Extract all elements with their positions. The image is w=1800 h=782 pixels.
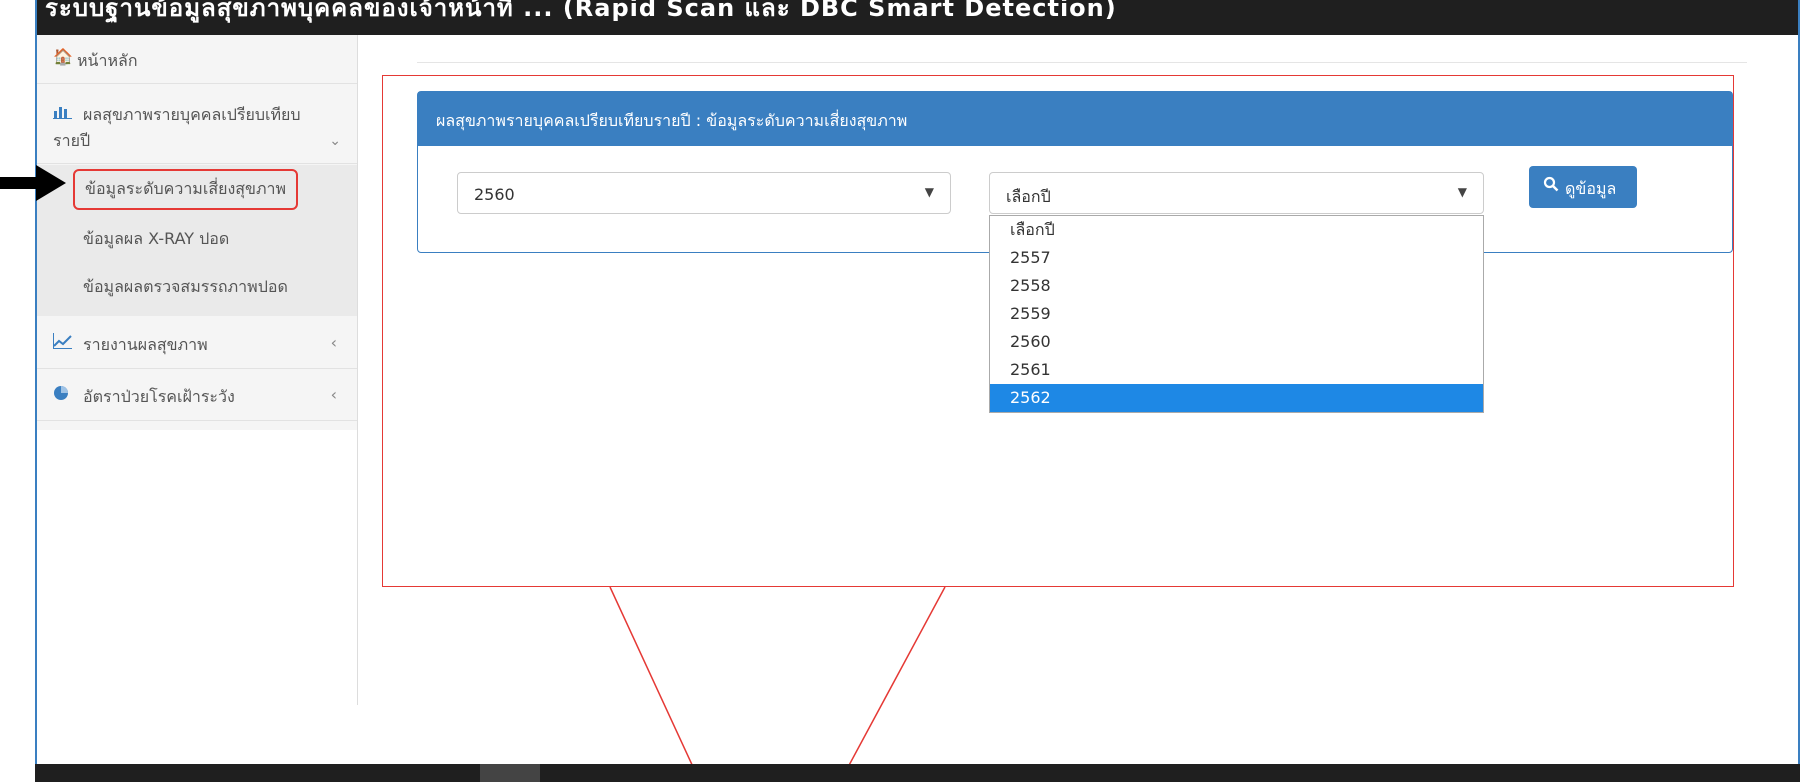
sidebar-item-label: รายงานผลสุขภาพ: [83, 335, 208, 354]
sidebar-group-label: ผลสุขภาพรายบุคคลเปรียบเทียบ: [83, 105, 301, 124]
sidebar: 🏠 หน้าหลัก ผลสุขภาพรายบุคคลเปรียบเทียบ ร…: [37, 35, 358, 705]
sidebar-group-compare[interactable]: ผลสุขภาพรายบุคคลเปรียบเทียบ รายปี ⌄: [37, 85, 357, 164]
annotation-highlight-box: [382, 75, 1734, 587]
sidebar-item-label: หน้าหลัก: [77, 51, 138, 70]
sidebar-item-label: ข้อมูลผล X-RAY ปอด: [83, 229, 230, 248]
bar-chart-icon: [53, 103, 73, 123]
footer-bar: [35, 764, 1800, 782]
sidebar-group-label-cont: รายปี: [53, 131, 91, 150]
line-chart-icon: [53, 333, 73, 353]
chevron-left-icon: ‹: [330, 333, 337, 352]
sidebar-item-home[interactable]: 🏠 หน้าหลัก: [37, 35, 357, 84]
sidebar-item-xray[interactable]: ข้อมูลผล X-RAY ปอด: [37, 213, 357, 261]
sidebar-empty-area: [37, 430, 357, 705]
sidebar-item-label: ข้อมูลผลตรวจสมรรถภาพปอด: [83, 277, 288, 296]
sidebar-item-disease-rate[interactable]: อัตราป่วยโรคเฝ้าระวัง ‹: [37, 370, 357, 421]
chevron-left-icon: ‹: [330, 385, 337, 404]
home-icon: 🏠: [53, 47, 73, 66]
pie-chart-icon: [53, 385, 69, 405]
chevron-down-icon: ⌄: [329, 133, 341, 149]
sidebar-item-lung-function[interactable]: ข้อมูลผลตรวจสมรรถภาพปอด: [37, 261, 357, 316]
sidebar-item-report[interactable]: รายงานผลสุขภาพ ‹: [37, 318, 357, 369]
sidebar-item-label: อัตราป่วยโรคเฝ้าระวัง: [83, 387, 235, 406]
sidebar-item-label: ข้อมูลระดับความเสี่ยงสุขภาพ: [73, 169, 299, 210]
divider: [417, 62, 1747, 63]
sidebar-item-health-risk[interactable]: ข้อมูลระดับความเสี่ยงสุขภาพ: [37, 165, 357, 213]
footer-block: [480, 764, 540, 782]
annotation-arrow-icon: [0, 165, 66, 201]
